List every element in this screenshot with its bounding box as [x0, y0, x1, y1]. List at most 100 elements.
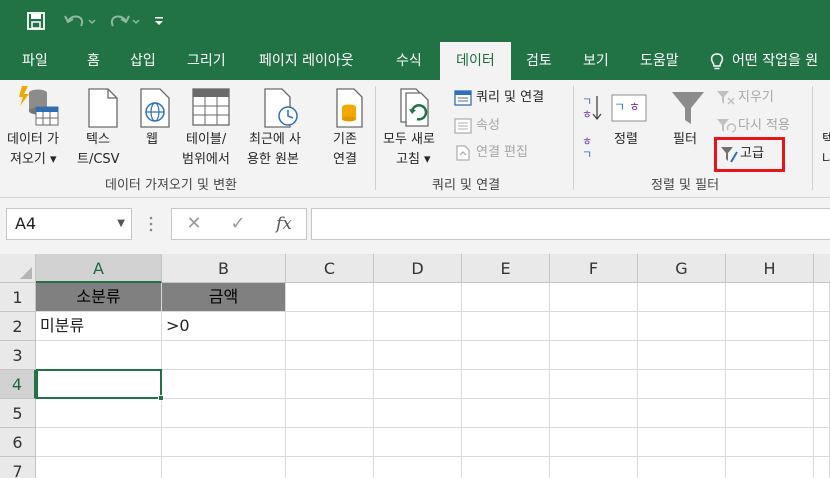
column-header-c[interactable]: C: [286, 254, 374, 283]
refresh-all-icon[interactable]: [396, 88, 436, 132]
cut-off-button-label-2[interactable]: 나: [822, 150, 830, 169]
cell-i2[interactable]: [814, 312, 830, 341]
text-csv-label[interactable]: 텍스: [86, 130, 110, 149]
cell-d3[interactable]: [374, 341, 462, 370]
refresh-all-label[interactable]: 모두 새로: [383, 130, 435, 149]
cell-b4[interactable]: [162, 370, 286, 399]
cell-g6[interactable]: [638, 428, 726, 457]
active-cell-a4[interactable]: [36, 369, 162, 399]
existing-connections-icon[interactable]: [334, 88, 366, 132]
existing-connections-label[interactable]: 기존: [333, 130, 357, 149]
cell-e2[interactable]: [462, 312, 550, 341]
queries-connections-button[interactable]: 쿼리 및 연결: [476, 88, 544, 107]
column-header-f[interactable]: F: [550, 254, 638, 283]
cell-d5[interactable]: [374, 399, 462, 428]
refresh-all-label-2[interactable]: 고침 ▾: [396, 150, 431, 169]
tab-draw[interactable]: 그리기: [187, 42, 226, 80]
cell-b2[interactable]: >0: [162, 312, 286, 341]
reapply-button[interactable]: 다시 적용: [738, 116, 790, 135]
cell-c4[interactable]: [286, 370, 374, 399]
cell-h3[interactable]: [726, 341, 814, 370]
tell-me-search[interactable]: 어떤 작업을 원: [732, 42, 818, 80]
cell-h4[interactable]: [726, 370, 814, 399]
cut-off-button-label[interactable]: 텍: [822, 130, 830, 149]
properties-button[interactable]: 속성: [476, 116, 500, 135]
cancel-icon[interactable]: ✕: [174, 209, 214, 239]
tab-review[interactable]: 검토: [526, 42, 552, 80]
cell-a2[interactable]: 미분류: [36, 312, 162, 341]
tab-page-layout[interactable]: 페이지 레이아웃: [259, 42, 354, 80]
cell-h2[interactable]: [726, 312, 814, 341]
cell-i4[interactable]: [814, 370, 830, 399]
tab-insert[interactable]: 삽입: [130, 42, 156, 80]
cell-c1[interactable]: [286, 283, 374, 312]
table-range-icon[interactable]: [192, 88, 230, 130]
row-header-4[interactable]: 4: [0, 370, 36, 399]
cell-f7[interactable]: [550, 457, 638, 478]
select-all-button[interactable]: [0, 254, 36, 283]
cell-f1[interactable]: [550, 283, 638, 312]
cell-e4[interactable]: [462, 370, 550, 399]
cell-d4[interactable]: [374, 370, 462, 399]
cell-b6[interactable]: [162, 428, 286, 457]
cell-e3[interactable]: [462, 341, 550, 370]
row-header-6[interactable]: 6: [0, 428, 36, 457]
tab-file[interactable]: 파일: [22, 42, 48, 80]
cell-g2[interactable]: [638, 312, 726, 341]
tab-view[interactable]: 보기: [583, 42, 609, 80]
get-data-label-2[interactable]: 져오기 ▾: [10, 150, 57, 169]
cell-c5[interactable]: [286, 399, 374, 428]
cell-e6[interactable]: [462, 428, 550, 457]
cell-f5[interactable]: [550, 399, 638, 428]
table-range-label[interactable]: 테이블/: [186, 130, 226, 149]
cell-c3[interactable]: [286, 341, 374, 370]
web-icon[interactable]: [138, 88, 174, 132]
customize-quick-access-icon[interactable]: [150, 8, 168, 34]
cell-e5[interactable]: [462, 399, 550, 428]
text-csv-icon[interactable]: [86, 88, 120, 132]
column-header-e[interactable]: E: [462, 254, 550, 283]
cell-f2[interactable]: [550, 312, 638, 341]
column-header-b[interactable]: B: [162, 254, 286, 283]
cell-i7[interactable]: [814, 457, 830, 478]
cell-b5[interactable]: [162, 399, 286, 428]
cell-a7[interactable]: [36, 457, 162, 478]
column-header-h[interactable]: H: [726, 254, 814, 283]
web-label[interactable]: 웹: [146, 130, 158, 149]
cell-c6[interactable]: [286, 428, 374, 457]
cell-h1[interactable]: [726, 283, 814, 312]
tab-data[interactable]: 데이터: [440, 42, 511, 80]
cell-b1[interactable]: 금액: [162, 283, 286, 312]
cell-d6[interactable]: [374, 428, 462, 457]
reapply-filter-icon[interactable]: [716, 118, 737, 138]
filter-button[interactable]: 필터: [673, 130, 697, 149]
more-options-icon[interactable]: [148, 216, 154, 236]
cell-e7[interactable]: [462, 457, 550, 478]
cell-h6[interactable]: [726, 428, 814, 457]
cell-d7[interactable]: [374, 457, 462, 478]
save-icon[interactable]: [24, 8, 48, 34]
cell-c2[interactable]: [286, 312, 374, 341]
recent-sources-icon[interactable]: [262, 88, 300, 132]
cell-b7[interactable]: [162, 457, 286, 478]
cell-a1[interactable]: 소분류: [36, 283, 162, 312]
column-header-g[interactable]: G: [638, 254, 726, 283]
get-data-icon[interactable]: [16, 84, 60, 132]
recent-sources-label[interactable]: 최근에 사: [249, 130, 301, 149]
edit-links-button[interactable]: 연결 편집: [476, 143, 528, 162]
row-header-3[interactable]: 3: [0, 341, 36, 370]
cell-h7[interactable]: [726, 457, 814, 478]
column-header-partial[interactable]: [814, 254, 830, 283]
cell-g1[interactable]: [638, 283, 726, 312]
cell-g3[interactable]: [638, 341, 726, 370]
cell-i6[interactable]: [814, 428, 830, 457]
column-header-d[interactable]: D: [374, 254, 462, 283]
name-box-dropdown-icon[interactable]: ▼: [117, 209, 125, 239]
recent-sources-label-2[interactable]: 용한 원본: [247, 150, 299, 169]
cell-a3[interactable]: [36, 341, 162, 370]
tab-home[interactable]: 홈: [87, 42, 100, 80]
filter-icon[interactable]: [670, 90, 706, 132]
text-csv-label-2[interactable]: 트/CSV: [77, 150, 120, 169]
row-header-1[interactable]: 1: [0, 283, 36, 312]
sort-descending-icon[interactable]: ㅎ ㄱ: [582, 134, 602, 166]
